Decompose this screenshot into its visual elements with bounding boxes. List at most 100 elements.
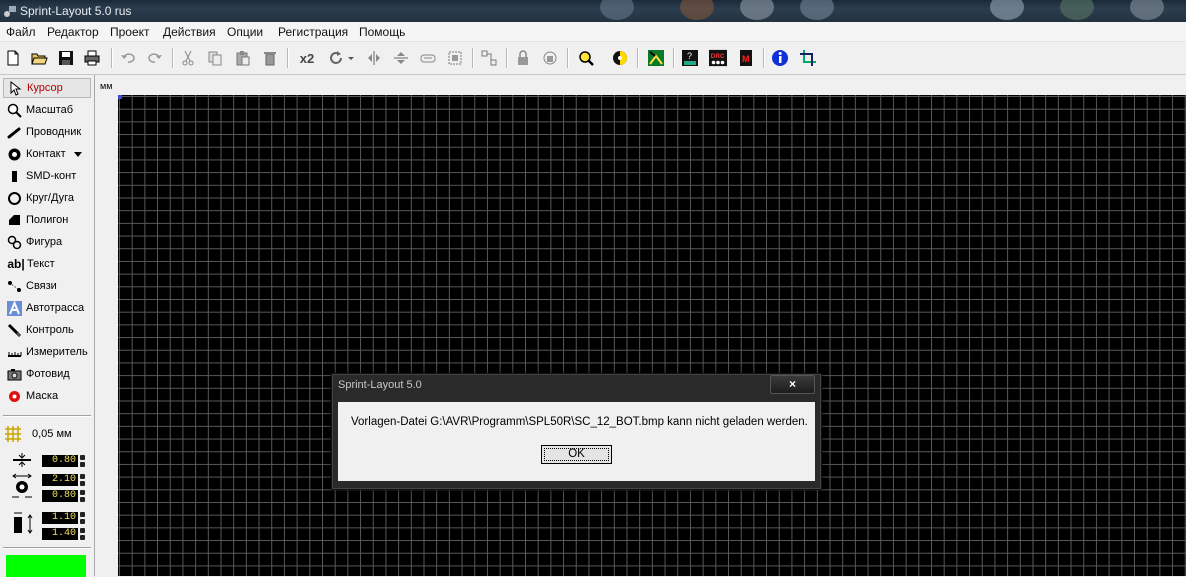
title-bar: Sprint-Layout 5.0 rus (0, 0, 1186, 22)
app-icon (3, 4, 17, 18)
drc-icon[interactable]: DRC (707, 48, 729, 68)
grid-icon (4, 425, 22, 443)
smd-width-spinner[interactable] (80, 512, 85, 524)
unlock-icon[interactable] (540, 48, 560, 68)
rotate-icon[interactable] (326, 48, 346, 68)
svg-text:M: M (742, 54, 750, 64)
crop-icon[interactable] (798, 48, 818, 68)
svg-text:?: ? (687, 51, 692, 61)
grid-value: 0,05 мм (32, 428, 72, 440)
track-width-spinner[interactable] (80, 455, 85, 467)
tool-photoview[interactable]: Фотовид (3, 364, 91, 384)
menu-project[interactable]: Проект (110, 25, 150, 39)
menu-options[interactable]: Опции (227, 25, 263, 39)
grid-setting[interactable]: 0,05 мм (4, 425, 90, 443)
duplicate-x2-icon[interactable]: x2 (294, 48, 320, 68)
delete-icon[interactable] (260, 48, 280, 68)
track-width-icon (10, 452, 34, 468)
tool-measure[interactable]: Измеритель (3, 342, 91, 362)
mirror-vertical-icon[interactable] (391, 48, 411, 68)
tool-shape[interactable]: Фигура (3, 232, 91, 252)
cut-icon[interactable] (178, 48, 198, 68)
rotate-dropdown-icon[interactable] (346, 48, 356, 68)
group-icon[interactable] (445, 48, 465, 68)
info-icon[interactable] (770, 48, 790, 68)
smd-height-field[interactable]: 1.40 (42, 528, 78, 540)
menu-bar: Файл Редактор Проект Действия Опции Реги… (0, 22, 1186, 42)
macro-icon[interactable]: M (736, 48, 756, 68)
error-dialog: Sprint-Layout 5.0 × Vorlagen-Datei G:\AV… (331, 373, 822, 490)
origin-marker (118, 95, 122, 99)
dialog-close-button[interactable]: × (770, 375, 815, 394)
zoom-icon (5, 101, 23, 119)
polygon-icon (5, 211, 23, 229)
lock-icon[interactable] (513, 48, 533, 68)
tool-polygon[interactable]: Полигон (3, 210, 91, 230)
tool-cursor[interactable]: Курсор (3, 78, 91, 98)
open-folder-icon[interactable] (29, 48, 49, 68)
horizontal-ruler (118, 75, 1186, 95)
new-file-icon[interactable] (3, 48, 23, 68)
pad-icon (5, 145, 23, 163)
smd-width-field[interactable]: 1.10 (42, 512, 78, 524)
mask-icon (5, 387, 23, 405)
mirror-horizontal-icon[interactable] (364, 48, 384, 68)
dialog-body: Vorlagen-Datei G:\AVR\Programm\SPL50R\SC… (338, 402, 815, 481)
menu-registration[interactable]: Регистрация (278, 25, 348, 39)
connections-icon (5, 277, 23, 295)
tool-smd-pad[interactable]: SMD-конт (3, 166, 91, 186)
tool-autoroute[interactable]: Автотрасса (3, 298, 91, 318)
dialog-message: Vorlagen-Datei G:\AVR\Programm\SPL50R\SC… (351, 416, 808, 428)
tool-test[interactable]: Контроль (3, 320, 91, 340)
smd-height-spinner[interactable] (80, 528, 85, 540)
track-width-field[interactable]: 0.80 (42, 455, 78, 467)
menu-actions[interactable]: Действия (163, 25, 216, 39)
cursor-arrow-icon (6, 79, 24, 97)
zoom-icon[interactable] (576, 48, 596, 68)
pad-inner-spinner[interactable] (80, 490, 85, 502)
ruler-unit-button[interactable]: мм (95, 75, 118, 95)
ok-button[interactable]: OK (541, 445, 612, 464)
circle-arc-icon (5, 189, 23, 207)
menu-file[interactable]: Файл (6, 25, 36, 39)
pad-dropdown-icon[interactable] (73, 151, 82, 157)
vertical-ruler (95, 95, 118, 576)
align-icon[interactable] (418, 48, 438, 68)
menu-edit[interactable]: Редактор (47, 25, 99, 39)
paste-icon[interactable] (233, 48, 253, 68)
tool-mask[interactable]: Маска (3, 386, 91, 406)
copy-icon[interactable] (205, 48, 225, 68)
undo-icon[interactable] (118, 48, 138, 68)
smd-size-icon (10, 509, 38, 537)
save-icon[interactable] (56, 48, 76, 68)
track-icon (5, 123, 23, 141)
tool-circle-arc[interactable]: Круг/Дуга (3, 188, 91, 208)
test-icon (5, 321, 23, 339)
tool-zoom[interactable]: Масштаб (3, 100, 91, 120)
contrast-icon[interactable] (610, 48, 630, 68)
test-icon[interactable]: ? (680, 48, 700, 68)
toolbar: x2 ? DRC M (0, 42, 1186, 75)
tool-pad[interactable]: Контакт (3, 144, 91, 164)
menu-help[interactable]: Помощь (359, 25, 405, 39)
measure-icon (5, 343, 23, 361)
autoroute-icon[interactable] (646, 48, 666, 68)
pad-outer-spinner[interactable] (80, 474, 85, 486)
redo-icon[interactable] (145, 48, 165, 68)
pcb-canvas[interactable] (118, 95, 1186, 576)
window-title: Sprint-Layout 5.0 rus (20, 4, 132, 18)
tool-text[interactable]: ab| Текст (3, 254, 91, 274)
dialog-title: Sprint-Layout 5.0 (338, 379, 422, 391)
ruler-unit: мм (100, 81, 113, 91)
pad-inner-field[interactable]: 0.80 (42, 490, 78, 502)
autoroute-icon (5, 299, 23, 317)
print-icon[interactable] (82, 48, 102, 68)
tool-panel: Курсор Масштаб Проводник Контакт SMD-кон… (0, 75, 95, 577)
pad-outer-field[interactable]: 2.10 (42, 474, 78, 486)
tool-connections[interactable]: Связи (3, 276, 91, 296)
layer-color-swatch[interactable] (6, 555, 86, 577)
photoview-icon (5, 365, 23, 383)
tool-track[interactable]: Проводник (3, 122, 91, 142)
text-icon: ab| (7, 257, 25, 271)
ungroup-icon[interactable] (479, 48, 499, 68)
